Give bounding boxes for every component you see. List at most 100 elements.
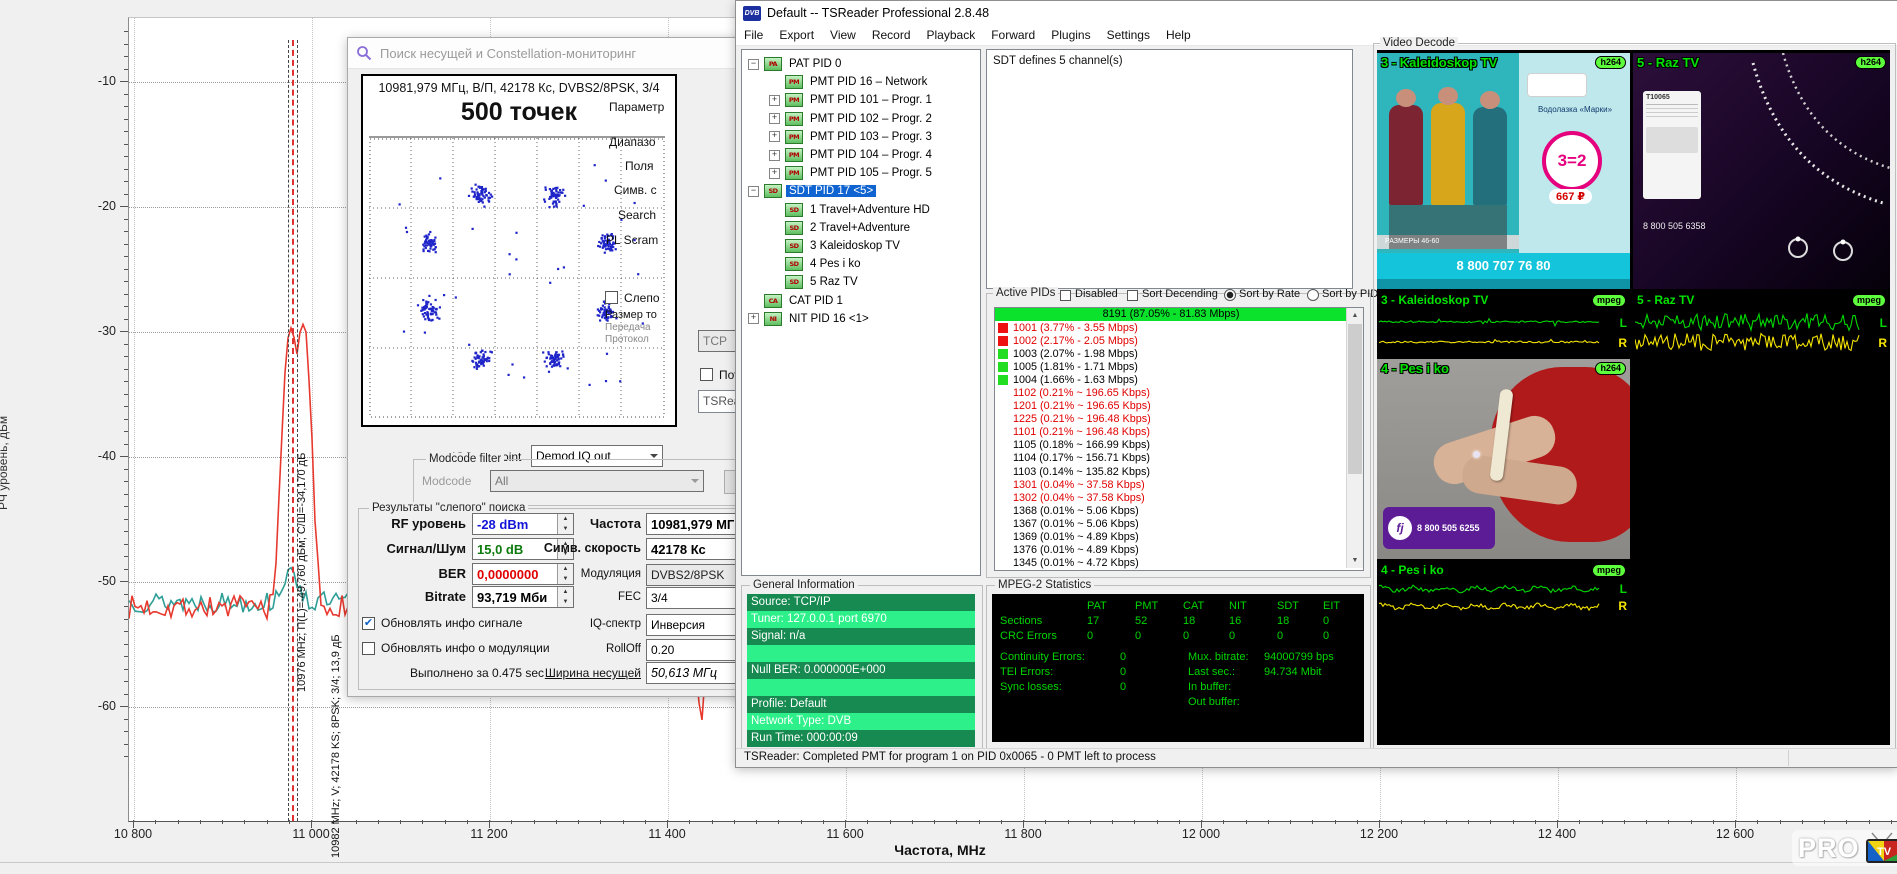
general-information-rows: Source: TCP/IPTuner: 127.0.0.1 port 6970… — [747, 594, 975, 747]
audio-raztv[interactable]: 5 - Raz TV mpeg L R — [1633, 291, 1890, 357]
tree-row[interactable]: CACAT PID 1 — [742, 291, 980, 309]
modcode-filter-label: Modcode filter — [426, 453, 504, 466]
pid-row[interactable]: 1369 (0.01% ~ 4.89 Kbps) — [995, 531, 1347, 544]
tree-icon-pm: PM — [785, 93, 803, 107]
waveform-right — [1635, 334, 1859, 351]
audio-kaleidoskop[interactable]: 3 - Kaleidoskop TV mpeg L R — [1377, 291, 1630, 357]
pid-row[interactable]: 1001 (3.77% - 3.55 Mbps) — [995, 321, 1347, 334]
marker-line-red[interactable] — [292, 40, 294, 821]
pid-row[interactable]: 1005 (1.81% - 1.71 Mbps) — [995, 360, 1347, 373]
menu-item-file[interactable]: File — [736, 28, 771, 42]
pid-row[interactable]: 1367 (0.01% ~ 5.06 Kbps) — [995, 517, 1347, 530]
sdt-info-panel[interactable]: SDT defines 5 channel(s) — [986, 49, 1353, 289]
bitrate-field[interactable]: 93,719 Мби▲▼ — [472, 586, 574, 608]
y-tick-mark — [124, 719, 128, 720]
sort-by-pid-radio[interactable] — [1307, 289, 1319, 301]
tree-row[interactable]: +PMPMT PID 103 – Progr. 3 — [742, 128, 980, 146]
y-tick-mark — [124, 106, 128, 107]
disabled-checkbox[interactable] — [1060, 290, 1071, 301]
update-modulation-checkbox[interactable] — [362, 642, 375, 655]
y-tick-mark — [124, 344, 128, 345]
menu-item-playback[interactable]: Playback — [919, 28, 984, 42]
menu-item-settings[interactable]: Settings — [1099, 28, 1158, 42]
pid-row[interactable]: 1004 (1.66% - 1.63 Mbps) — [995, 373, 1347, 386]
pid-row[interactable]: 1104 (0.17% ~ 156.71 Kbps) — [995, 452, 1347, 465]
carrier-width-label[interactable]: Ширина несущей — [536, 666, 641, 680]
active-pids-list[interactable]: 8191 (87.05% - 81.83 Mbps) 1001 (3.77% -… — [994, 307, 1364, 571]
sort-by-rate-radio[interactable] — [1224, 289, 1236, 301]
modcode-combo[interactable]: All — [490, 470, 704, 492]
tree-row[interactable]: +PMPMT PID 102 – Progr. 2 — [742, 110, 980, 128]
pid-row[interactable]: 1302 (0.04% ~ 37.58 Kbps) — [995, 491, 1347, 504]
tree-row[interactable]: SD2 Travel+Adventure — [742, 219, 980, 237]
video-raztv[interactable]: Т10065 8 800 505 6358 5 - Raz TV h264 — [1633, 53, 1890, 289]
tree-row[interactable]: SD3 Kaleidoskop TV — [742, 237, 980, 255]
stats-sections-value: 18 — [1277, 615, 1289, 627]
tree-expander[interactable]: + — [748, 313, 759, 324]
tree-row[interactable]: PMPMT PID 16 – Network — [742, 73, 980, 91]
x-tick-mark — [823, 820, 824, 824]
menu-item-plugins[interactable]: Plugins — [1043, 28, 1098, 42]
tree-row[interactable]: +PMPMT PID 101 – Progr. 1 — [742, 91, 980, 109]
video-kaleidoskop[interactable]: Водолазка «Марки» 3=2 667 ₽ РАЗМЕРЫ 46-6… — [1377, 53, 1630, 289]
ber-field[interactable]: 0,0000000▲▼ — [472, 563, 574, 585]
tree-expander[interactable]: − — [748, 186, 759, 197]
pid-row[interactable]: 1002 (2.17% - 2.05 Mbps) — [995, 334, 1347, 347]
pid-row[interactable]: 1345 (0.01% ~ 4.72 Kbps) — [995, 557, 1347, 570]
waveform-left — [1379, 585, 1599, 593]
tree-expander[interactable]: + — [769, 113, 780, 124]
sort-descending-checkbox[interactable] — [1127, 290, 1138, 301]
pid-list-scrollbar[interactable]: ▲ ▼ — [1346, 308, 1363, 568]
marker-line-black-1[interactable] — [288, 40, 289, 821]
tree-expander[interactable]: + — [769, 168, 780, 179]
tree-item-label: PMT PID 104 – Progr. 4 — [807, 149, 935, 161]
tree-row[interactable]: +PMPMT PID 105 – Progr. 5 — [742, 164, 980, 182]
tree-row[interactable]: SD1 Travel+Adventure HD — [742, 201, 980, 219]
menu-item-export[interactable]: Export — [771, 28, 822, 42]
tree-row[interactable]: +PMPMT PID 104 – Progr. 4 — [742, 146, 980, 164]
x-tick-mark — [1824, 820, 1825, 824]
menu-item-view[interactable]: View — [822, 28, 864, 42]
tree-expander[interactable]: + — [769, 95, 780, 106]
tree-row[interactable]: SD4 Pes i ko — [742, 255, 980, 273]
tree-row[interactable]: +NINIT PID 16 <1> — [742, 310, 980, 328]
constellation-plot[interactable] — [369, 136, 665, 418]
video-pesiko[interactable]: fj 8 800 505 6255 4 - Pes i ko h264 — [1377, 359, 1630, 559]
pid-row[interactable]: 1105 (0.18% ~ 166.99 Kbps) — [995, 439, 1347, 452]
point-size-label: Размер то — [605, 309, 657, 321]
blind-search-checkbox[interactable] — [605, 291, 618, 304]
tsreader-titlebar[interactable]: DVB Default -- TSReader Professional 2.8… — [736, 1, 1897, 25]
total-bitrate-bar[interactable]: 8191 (87.05% - 81.83 Mbps) — [995, 308, 1347, 321]
tsreader-title: Default -- TSReader Professional 2.8.48 — [767, 6, 989, 20]
pid-row[interactable]: 1003 (2.07% - 1.98 Mbps) — [995, 347, 1347, 360]
menu-item-help[interactable]: Help — [1158, 28, 1199, 42]
scroll-down-button[interactable]: ▼ — [1347, 553, 1363, 568]
scroll-up-button[interactable]: ▲ — [1347, 308, 1363, 323]
pid-row[interactable]: 1368 (0.01% ~ 5.06 Kbps) — [995, 504, 1347, 517]
y-tick-mark — [124, 469, 128, 470]
audio-channel-title: 3 - Kaleidoskop TV — [1381, 293, 1488, 307]
tree-row[interactable]: SD5 Raz TV — [742, 273, 980, 291]
tree-expander[interactable]: − — [748, 59, 759, 70]
tree-expander[interactable]: + — [769, 131, 780, 142]
stats-kv-value2: 94000799 bps — [1264, 651, 1334, 663]
scroll-thumb[interactable] — [1348, 324, 1362, 474]
tree-row[interactable]: −PAPAT PID 0 — [742, 55, 980, 73]
pid-row[interactable]: 1102 (0.21% ~ 196.65 Kbps) — [995, 386, 1347, 399]
pid-row[interactable]: 1101 (0.21% ~ 196.48 Kbps) — [995, 426, 1347, 439]
stream-checkbox[interactable] — [700, 368, 713, 381]
pid-row[interactable]: 1225 (0.21% ~ 196.48 Kbps) — [995, 413, 1347, 426]
pid-row[interactable]: 1301 (0.04% ~ 37.58 Kbps) — [995, 478, 1347, 491]
blind-search-label: Слепо — [624, 291, 660, 305]
pid-tree-panel[interactable]: −PAPAT PID 0PMPMT PID 16 – Network+PMPMT… — [741, 49, 981, 576]
pid-row[interactable]: 1201 (0.21% ~ 196.65 Kbps) — [995, 400, 1347, 413]
tree-expander[interactable]: + — [769, 150, 780, 161]
audio-pesiko[interactable]: 4 - Pes i ko mpeg L R — [1377, 561, 1630, 618]
menu-item-forward[interactable]: Forward — [983, 28, 1043, 42]
update-signal-checkbox[interactable]: ✔ — [362, 617, 375, 630]
pid-row[interactable]: 1103 (0.14% ~ 135.82 Kbps) — [995, 465, 1347, 478]
constellation-box: 10981,979 МГц, В/П, 42178 Кс, DVBS2/8PSK… — [361, 74, 677, 427]
pid-row[interactable]: 1376 (0.01% ~ 4.89 Kbps) — [995, 544, 1347, 557]
tree-row[interactable]: −SDSDT PID 17 <5> — [742, 182, 980, 200]
menu-item-record[interactable]: Record — [864, 28, 919, 42]
